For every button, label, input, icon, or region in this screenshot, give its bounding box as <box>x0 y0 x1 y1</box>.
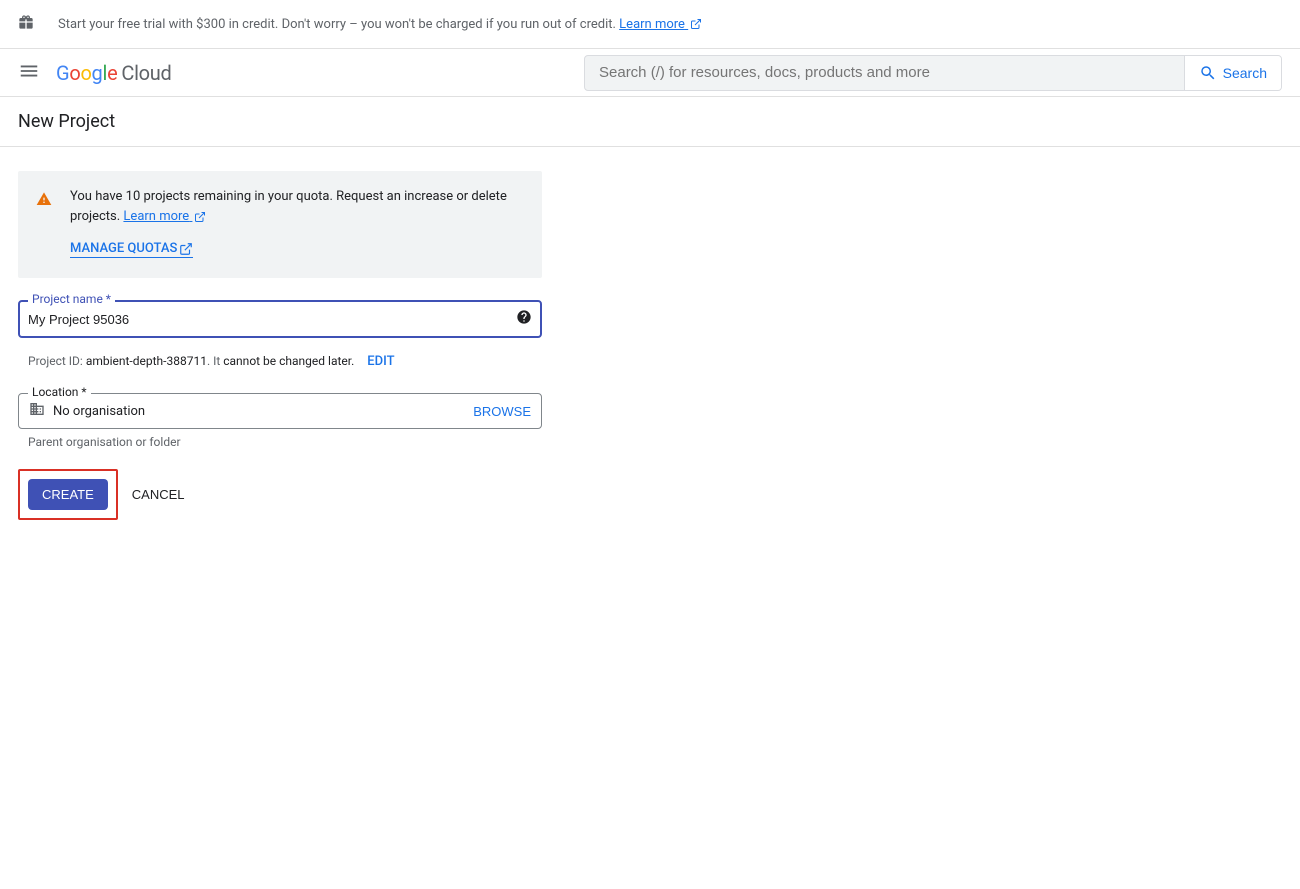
search-input[interactable] <box>585 56 1184 90</box>
location-label: Location * <box>28 385 91 399</box>
edit-project-id-link[interactable]: EDIT <box>367 354 394 369</box>
location-outline: No organisation BROWSE <box>18 393 542 429</box>
create-highlight-box: CREATE <box>18 469 118 520</box>
cancel-button[interactable]: CANCEL <box>132 487 185 502</box>
organization-icon <box>29 401 45 421</box>
location-value: No organisation <box>53 404 465 419</box>
create-button[interactable]: CREATE <box>28 479 108 510</box>
gift-icon <box>18 14 34 34</box>
project-name-input[interactable] <box>28 312 516 327</box>
external-link-icon <box>179 242 193 256</box>
manage-quotas-link[interactable]: MANAGE QUOTAS <box>70 241 193 258</box>
promo-text: Start your free trial with $300 in credi… <box>58 17 619 32</box>
search-button[interactable]: Search <box>1184 56 1281 90</box>
page-title: New Project <box>18 111 1282 132</box>
project-id-hint: Project ID: ambient-depth-388711. It can… <box>18 346 542 369</box>
quota-notice: You have 10 projects remaining in your q… <box>18 171 542 278</box>
location-helper: Parent organisation or folder <box>18 429 542 449</box>
project-id-value: ambient-depth-388711 <box>86 354 207 368</box>
google-cloud-logo[interactable]: Google Cloud <box>56 61 171 85</box>
location-field: Location * No organisation BROWSE <box>18 393 542 429</box>
project-name-label: Project name * <box>28 292 115 306</box>
warning-icon <box>36 191 52 258</box>
notice-body: You have 10 projects remaining in your q… <box>70 187 524 258</box>
promo-text-wrap: Start your free trial with $300 in credi… <box>58 17 702 32</box>
search-bar: Search <box>584 55 1282 91</box>
search-icon <box>1199 64 1217 82</box>
project-name-field: Project name * <box>18 300 542 338</box>
browse-button[interactable]: BROWSE <box>473 404 531 419</box>
content-area: You have 10 projects remaining in your q… <box>0 147 560 544</box>
help-icon[interactable] <box>516 309 532 329</box>
menu-icon[interactable] <box>18 60 40 86</box>
action-row: CREATE CANCEL <box>18 469 542 520</box>
notice-learn-more-link[interactable]: Learn more <box>123 209 206 224</box>
external-link-icon <box>690 18 702 30</box>
page-header: New Project <box>0 97 1300 147</box>
promo-bar: Start your free trial with $300 in credi… <box>0 0 1300 49</box>
app-bar: Google Cloud Search <box>0 49 1300 97</box>
promo-learn-more-link[interactable]: Learn more <box>619 17 702 32</box>
external-link-icon <box>194 211 206 223</box>
